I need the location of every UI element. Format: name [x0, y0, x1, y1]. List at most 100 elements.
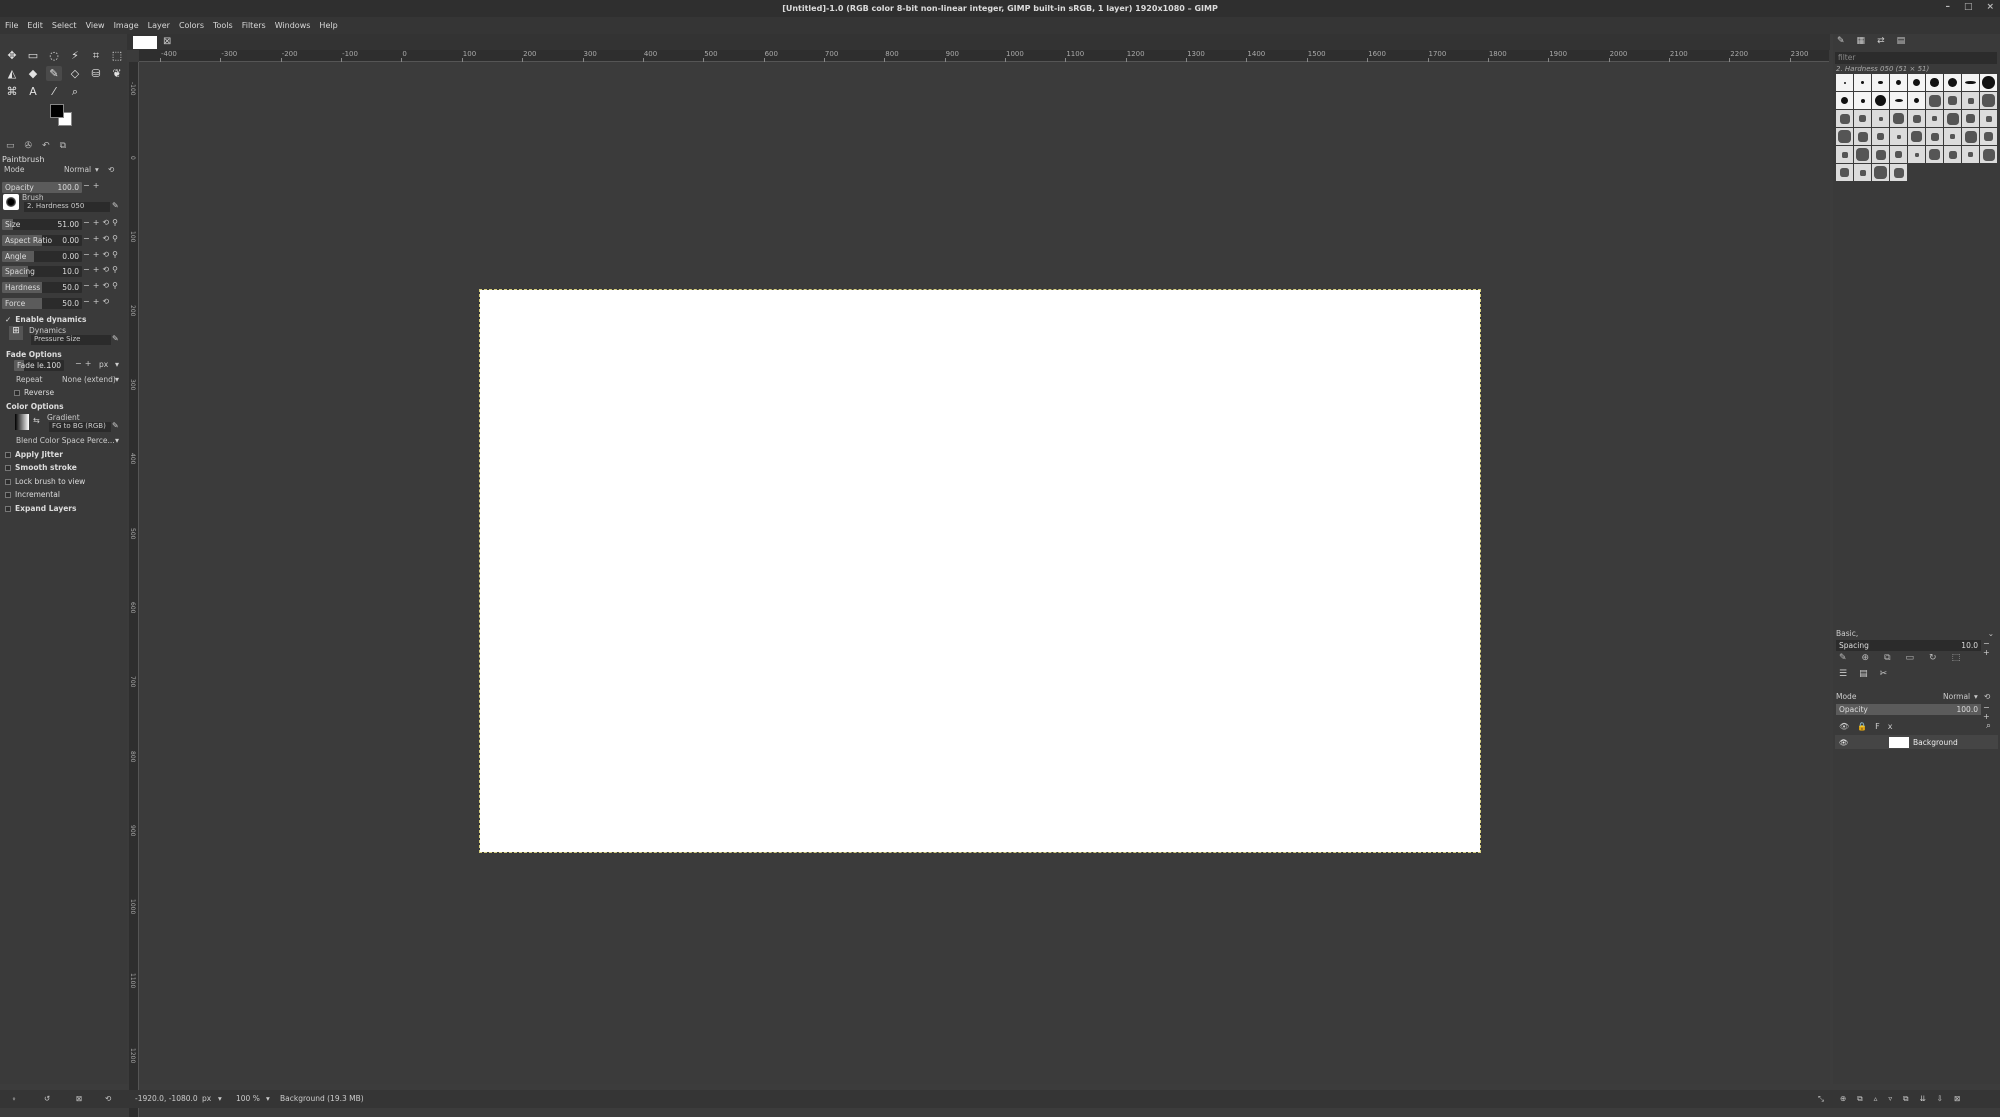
image-canvas[interactable]	[479, 289, 1481, 853]
brush-thumbnail[interactable]	[1980, 110, 1997, 127]
layer-name[interactable]: Background	[1913, 738, 1958, 747]
brush-thumbnail[interactable]	[1836, 110, 1853, 127]
paths-tab-icon[interactable]: ✂	[1880, 669, 1900, 679]
move-tool-icon[interactable]: ✥	[4, 48, 20, 63]
new-brush-icon[interactable]: ⊕	[1862, 653, 1885, 663]
brush-thumbnail[interactable]	[1836, 92, 1853, 109]
brushes-tab-icon[interactable]: ✎	[1837, 36, 1845, 50]
brush-preset-select[interactable]: Basic, ⌄	[1836, 629, 1996, 638]
menu-select[interactable]: Select	[52, 21, 77, 30]
unit-select[interactable]: px	[202, 1094, 211, 1103]
brush-thumbnail[interactable]	[1890, 128, 1907, 145]
gradient-reverse-icon[interactable]: ⇆	[33, 416, 40, 425]
brush-thumbnail[interactable]	[1980, 92, 1997, 109]
brush-thumbnail[interactable]	[1836, 128, 1853, 145]
menu-windows[interactable]: Windows	[275, 21, 311, 30]
zoom-tool-icon[interactable]: ⌕	[67, 84, 83, 99]
edit-dynamics-icon[interactable]: ✎	[112, 334, 119, 343]
minimize-button[interactable]: –	[1945, 2, 1950, 12]
channels-tab-icon[interactable]: ▤	[1859, 669, 1880, 679]
close-icon[interactable]: ⊠	[163, 36, 171, 47]
aspect-ratio-slider[interactable]: Aspect Ratio 0.00	[2, 235, 82, 246]
brush-thumbnail[interactable]	[1962, 74, 1979, 91]
brush-thumbnail[interactable]	[1854, 128, 1871, 145]
refresh-brushes-icon[interactable]: ↻	[1929, 653, 1952, 663]
foreground-color-swatch[interactable]	[50, 104, 64, 118]
brush-thumbnail[interactable]	[1944, 128, 1961, 145]
fx-icon[interactable]: Fx	[1875, 722, 1900, 731]
clone-tool-icon[interactable]: ⛁	[88, 66, 104, 81]
brush-thumbnail[interactable]	[1908, 146, 1925, 163]
text-tool-icon[interactable]: A	[25, 84, 41, 99]
images-tab-icon[interactable]: ⧉	[60, 141, 66, 155]
zoom-select[interactable]: 100 %	[236, 1094, 260, 1103]
search-icon[interactable]: ⌕	[1986, 721, 1991, 731]
brush-thumbnail[interactable]	[1980, 74, 1997, 91]
brush-thumbnail[interactable]	[1926, 92, 1943, 109]
vertical-ruler[interactable]: -100 0 100 200 300 400 500 600 700 800 900 1000 1100…	[129, 62, 139, 1117]
brush-filter-input[interactable]: filter	[1835, 52, 1997, 64]
dynamics-preview-icon[interactable]: ⊞	[9, 326, 23, 340]
image-tab-thumbnail[interactable]	[133, 36, 157, 49]
edit-brush-icon[interactable]: ✎	[1839, 653, 1862, 663]
opacity-slider[interactable]: Opacity 100.0	[2, 182, 82, 193]
brush-thumbnail[interactable]	[1890, 110, 1907, 127]
aspect-ratio-stepper[interactable]: −+⟲⚲	[83, 234, 121, 243]
brush-thumbnail[interactable]	[1980, 146, 1997, 163]
brush-thumbnail[interactable]	[1854, 74, 1871, 91]
brush-thumbnail[interactable]	[1872, 92, 1889, 109]
menu-image[interactable]: Image	[114, 21, 139, 30]
transform-tool-icon[interactable]: ⬚	[109, 48, 125, 63]
brush-thumbnail[interactable]	[1962, 146, 1979, 163]
fade-length-stepper[interactable]: −+	[75, 359, 94, 368]
brush-preview-icon[interactable]	[3, 194, 19, 210]
menu-tools[interactable]: Tools	[213, 21, 233, 30]
paths-tool-icon[interactable]: ⌘	[4, 84, 20, 99]
patterns-tab-icon[interactable]: ▦	[1857, 36, 1866, 50]
warp-tool-icon[interactable]: ◭	[4, 66, 20, 81]
brush-thumbnail[interactable]	[1908, 128, 1925, 145]
enable-dynamics-checkbox[interactable]: ✓ Enable dynamics	[5, 315, 86, 324]
device-status-tab-icon[interactable]: ✇	[25, 141, 33, 155]
brush-thumbnail[interactable]	[1854, 92, 1871, 109]
fg-bg-colors[interactable]	[50, 104, 78, 132]
brush-thumbnail[interactable]	[1926, 146, 1943, 163]
lasso-tool-icon[interactable]: ◌	[46, 48, 62, 63]
layers-mode-reset-icon[interactable]: ⟲	[1984, 692, 1990, 701]
brush-name-field[interactable]: 2. Hardness 050	[24, 202, 110, 212]
menu-view[interactable]: View	[86, 21, 105, 30]
tool-options-tab-icon[interactable]: ▭	[6, 141, 15, 155]
brush-thumbnail[interactable]	[1926, 128, 1943, 145]
menu-colors[interactable]: Colors	[179, 21, 204, 30]
size-stepper[interactable]: −+⟲⚲	[83, 218, 121, 227]
fade-options-header[interactable]: Fade Options	[6, 350, 62, 359]
angle-slider[interactable]: Angle 0.00	[2, 251, 82, 262]
menu-layer[interactable]: Layer	[148, 21, 170, 30]
hardness-slider[interactable]: Hardness 50.0	[2, 282, 82, 293]
edit-gradient-icon[interactable]: ✎	[112, 421, 119, 430]
layers-mode-select[interactable]: Normal	[1943, 692, 1970, 701]
layers-opacity-slider[interactable]: Opacity 100.0	[1836, 704, 1981, 715]
undo-icon[interactable]: ↺	[44, 1094, 50, 1103]
brush-thumbnail[interactable]	[1962, 128, 1979, 145]
brush-thumbnail[interactable]	[1890, 92, 1907, 109]
layers-opacity-stepper[interactable]: −+	[1983, 703, 2000, 721]
fade-length-slider[interactable]: Fade le... 100	[14, 360, 64, 371]
rect-select-tool-icon[interactable]: ▭	[25, 48, 41, 63]
duplicate-brush-icon[interactable]: ⧉	[1884, 653, 1905, 663]
gradient-preview-icon[interactable]	[15, 414, 29, 430]
brush-thumbnail[interactable]	[1836, 164, 1853, 181]
hardness-stepper[interactable]: −+⟲⚲	[83, 281, 121, 290]
angle-stepper[interactable]: −+⟲⚲	[83, 250, 121, 259]
brush-thumbnail[interactable]	[1944, 74, 1961, 91]
layers-tab-icon[interactable]: ☰	[1839, 669, 1859, 679]
brush-thumbnail[interactable]	[1872, 164, 1889, 181]
brush-thumbnail[interactable]	[1872, 74, 1889, 91]
mode-select[interactable]: Normal	[64, 165, 91, 174]
lock-brush-checkbox[interactable]: Lock brush to view	[5, 477, 85, 486]
brush-thumbnail[interactable]	[1854, 164, 1871, 181]
crop-tool-icon[interactable]: ⌗	[88, 48, 104, 63]
edit-brush-icon[interactable]: ✎	[112, 201, 119, 210]
repeat-select[interactable]: None (extend)	[62, 375, 116, 384]
fonts-tab-icon[interactable]: ⇄	[1877, 36, 1885, 50]
